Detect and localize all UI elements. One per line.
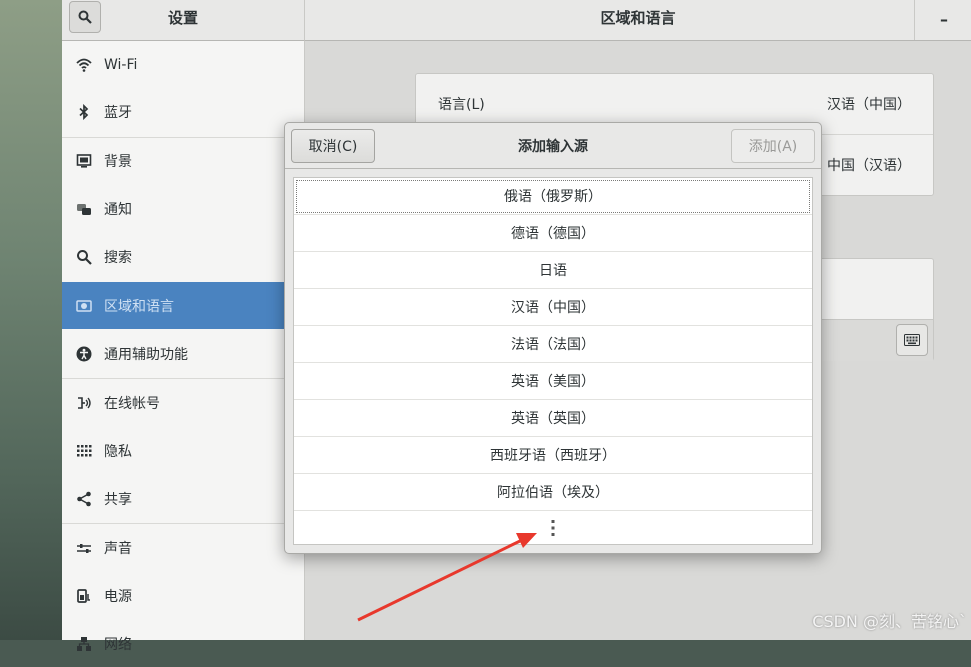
watermark: CSDN @刻、苦铭心` bbox=[812, 612, 967, 631]
annotation-arrow bbox=[357, 533, 537, 622]
